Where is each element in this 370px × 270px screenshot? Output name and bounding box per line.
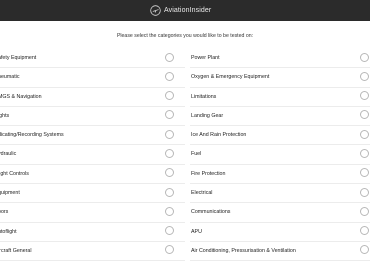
category-label: utoflight	[0, 228, 17, 235]
category-label: ydraulic	[0, 151, 17, 158]
category-label: Limitations	[191, 93, 217, 100]
category-radio-button[interactable]	[165, 91, 174, 101]
category-option-apu[interactable]: APU	[190, 223, 370, 242]
category-radio-button[interactable]	[360, 129, 369, 139]
category-option-afety-equipment[interactable]: afety Equipment	[0, 49, 185, 69]
category-option-fuel[interactable]: Fuel	[190, 145, 370, 165]
category-radio-button[interactable]	[360, 168, 369, 178]
category-radio-button[interactable]	[360, 226, 369, 236]
category-radio-button[interactable]	[165, 245, 174, 255]
category-label: ircraft General	[0, 247, 32, 254]
category-radio-button[interactable]	[360, 71, 369, 81]
category-radio-button[interactable]	[165, 52, 174, 62]
category-option-landing-gear[interactable]: Landing Gear	[190, 107, 370, 127]
category-option-limitations[interactable]: Limitations	[190, 88, 370, 107]
instruction-text: Please select the categories you would l…	[116, 33, 254, 39]
category-label: Power Plant	[191, 55, 220, 61]
category-label: MGS & Navigation	[0, 93, 42, 100]
category-label: dicating/Recording Systems	[0, 132, 64, 139]
category-column-left: afety Equipment neumatic MGS & Navigation i…	[0, 49, 185, 262]
brand-name: AviationInsider	[164, 7, 212, 14]
category-label: Communications	[191, 209, 231, 216]
category-option-oxygen-emergency-equipment[interactable]: Oxygen & Emergency Equipment	[190, 68, 370, 88]
category-radio-button[interactable]	[360, 206, 369, 216]
category-label: Oxygen & Emergency Equipment	[191, 74, 270, 81]
category-option-utoflight[interactable]: utoflight	[0, 223, 185, 242]
category-label: Fuel	[191, 151, 202, 158]
category-option-ights[interactable]: ights	[0, 107, 185, 127]
category-option-communications[interactable]: Communications	[190, 203, 370, 223]
category-column-right: Power Plant Oxygen & Emergency Equipment L…	[190, 49, 370, 262]
category-label: Landing Gear	[191, 112, 224, 119]
category-option-electrical[interactable]: Electrical	[190, 184, 370, 204]
category-option-ircraft-general[interactable]: ircraft General	[0, 242, 185, 262]
category-radio-button[interactable]	[360, 148, 369, 158]
category-label: APU	[191, 228, 202, 235]
category-radio-button[interactable]	[165, 226, 174, 236]
category-label: Air Conditioning, Pressurisation & Venti…	[191, 247, 296, 254]
category-label: oors	[0, 209, 9, 216]
category-label: neumatic	[0, 74, 20, 81]
category-radio-button[interactable]	[165, 206, 174, 216]
category-radio-button[interactable]	[360, 110, 369, 120]
category-label: Electrical	[191, 190, 213, 197]
row-divider	[190, 260, 370, 262]
category-option-ice-and-rain-protection[interactable]: Ice And Rain Protection	[190, 126, 370, 146]
category-option-air-conditioning-pressurisation-ventilation[interactable]: Air Conditioning, Pressurisation & Venti…	[190, 242, 370, 262]
category-radio-button[interactable]	[165, 148, 174, 158]
category-radio-button[interactable]	[165, 168, 174, 178]
category-option-ydraulic[interactable]: ydraulic	[0, 145, 185, 165]
category-radio-button[interactable]	[360, 91, 369, 101]
category-radio-button[interactable]	[360, 245, 369, 255]
category-option-oors[interactable]: oors	[0, 203, 185, 223]
category-option-dicating-recording-systems[interactable]: dicating/Recording Systems	[0, 126, 185, 146]
category-option-quipment[interactable]: quipment	[0, 184, 185, 204]
category-radio-button[interactable]	[165, 129, 174, 139]
category-option-neumatic[interactable]: neumatic	[0, 68, 185, 88]
category-radio-button[interactable]	[360, 52, 369, 62]
plane-logo-icon	[150, 5, 161, 16]
category-label: light Controls	[0, 170, 29, 177]
row-divider	[0, 260, 185, 262]
category-radio-button[interactable]	[165, 110, 174, 120]
top-header-bar: AviationInsider	[0, 0, 370, 21]
category-label: Fire Protection	[191, 170, 226, 177]
brand-logo[interactable]: AviationInsider	[150, 3, 211, 18]
category-option-mgs-navigation[interactable]: MGS & Navigation	[0, 88, 185, 107]
category-radio-button[interactable]	[360, 187, 369, 197]
category-option-light-controls[interactable]: light Controls	[0, 165, 185, 185]
category-label: afety Equipment	[0, 55, 37, 61]
category-option-fire-protection[interactable]: Fire Protection	[190, 165, 370, 185]
category-label: quipment	[0, 190, 20, 197]
category-label: Ice And Rain Protection	[191, 132, 247, 139]
category-radio-button[interactable]	[165, 71, 174, 81]
category-radio-button[interactable]	[165, 187, 174, 197]
category-option-power-plant[interactable]: Power Plant	[190, 49, 370, 69]
category-label: ights	[0, 112, 10, 119]
